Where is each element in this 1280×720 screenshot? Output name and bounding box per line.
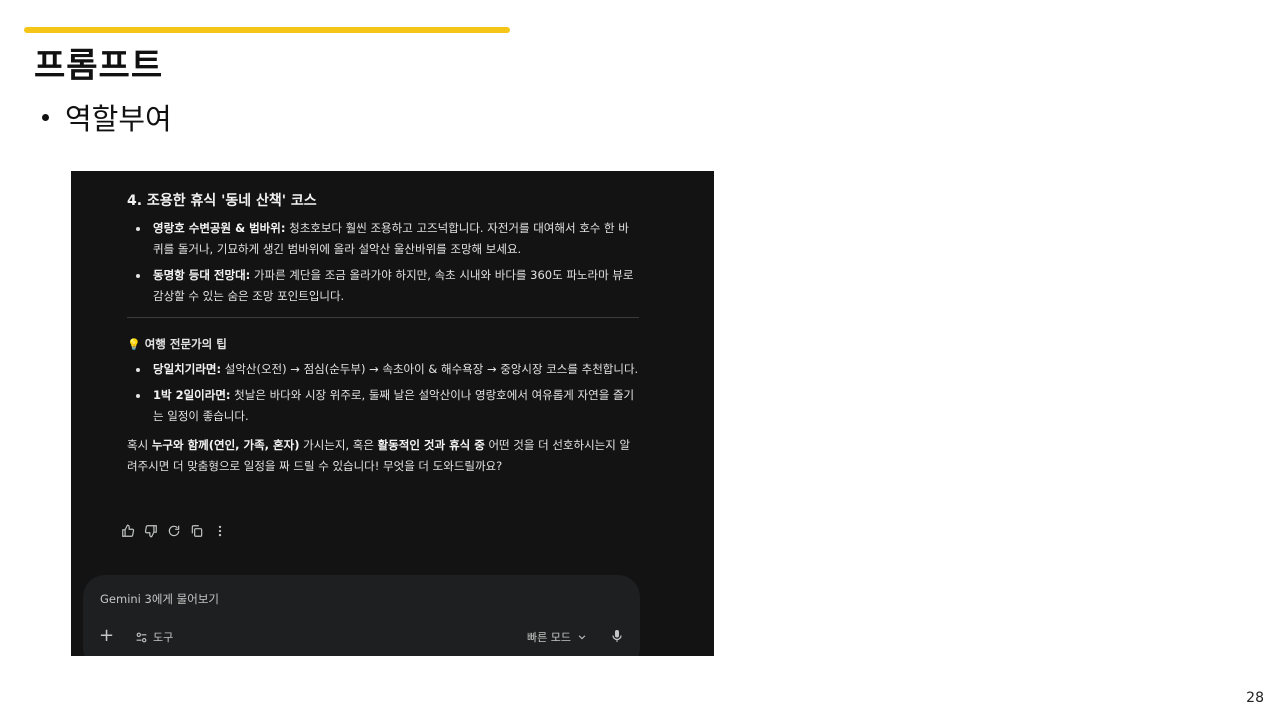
slide-bullet: 역할부여	[42, 96, 172, 138]
gemini-screenshot: 4. 조용한 휴식 '동네 산책' 코스 영랑호 수변공원 & 범바위: 청초호…	[71, 171, 714, 656]
divider	[127, 317, 639, 318]
prompt-input-box[interactable]: Gemini 3에게 물어보기 + 도구 빠른 모드	[83, 575, 640, 656]
tip-bold: 당일치기라면:	[153, 362, 222, 376]
tip-text: 설악산(오전) → 점심(순두부) → 속초아이 & 해수욕장 → 중앙시장 코…	[221, 362, 639, 376]
lightbulb-icon: 💡	[127, 338, 141, 351]
slide-title: 프롬프트	[34, 46, 164, 86]
chevron-down-icon	[578, 635, 586, 640]
list-item: 동명항 등대 전망대: 가파른 계단을 조금 올라가야 하지만, 속초 시내와 …	[127, 265, 639, 307]
thumbs-up-icon[interactable]	[121, 524, 135, 538]
thumbs-down-icon[interactable]	[144, 524, 158, 538]
tip-title: 💡 여행 전문가의 팁	[127, 334, 639, 355]
section-heading: 4. 조용한 휴식 '동네 산책' 코스	[127, 193, 317, 209]
regenerate-icon[interactable]	[167, 524, 181, 538]
accent-bar	[24, 27, 510, 33]
closing-bold: 누구와 함께(연인, 가족, 혼자)	[151, 438, 300, 452]
mode-label: 빠른 모드	[527, 631, 571, 644]
list-item: 영랑호 수변공원 & 범바위: 청초호보다 훨씬 조용하고 고즈넉합니다. 자전…	[127, 218, 639, 260]
tip-list: 당일치기라면: 설악산(오전) → 점심(순두부) → 속초아이 & 해수욕장 …	[127, 359, 639, 427]
prompt-placeholder[interactable]: Gemini 3에게 물어보기	[100, 591, 219, 607]
item-bold: 동명항 등대 전망대:	[153, 268, 251, 282]
response-actions	[121, 524, 227, 538]
tools-button[interactable]: 도구	[135, 629, 173, 645]
add-icon[interactable]: +	[99, 627, 114, 645]
closing-paragraph: 혹시 누구와 함께(연인, 가족, 혼자) 가시는지, 혹은 활동적인 것과 휴…	[127, 435, 639, 477]
more-icon[interactable]	[213, 524, 227, 538]
closing-part: 혹시	[127, 438, 152, 452]
course-list: 영랑호 수변공원 & 범바위: 청초호보다 훨씬 조용하고 고즈넉합니다. 자전…	[127, 218, 639, 307]
item-bold: 영랑호 수변공원 & 범바위:	[153, 221, 286, 235]
bullet-dot	[42, 113, 49, 121]
mode-selector[interactable]: 빠른 모드	[527, 629, 587, 645]
tools-label: 도구	[153, 631, 174, 644]
list-item: 당일치기라면: 설악산(오전) → 점심(순두부) → 속초아이 & 해수욕장 …	[127, 359, 639, 380]
closing-part: 가시는지, 혹은	[299, 438, 378, 452]
copy-icon[interactable]	[190, 524, 204, 538]
list-item: 1박 2일이라면: 첫날은 바다와 시장 위주로, 둘째 날은 설악산이나 영랑…	[127, 385, 639, 427]
page-number: 28	[1246, 690, 1264, 706]
tip-title-text: 여행 전문가의 팁	[144, 337, 227, 351]
input-toolbar: + 도구 빠른 모드	[83, 627, 640, 647]
microphone-icon[interactable]	[611, 628, 623, 647]
tip-bold: 1박 2일이라면:	[153, 388, 231, 402]
slide-bullet-text: 역할부여	[65, 102, 172, 136]
response-content: 4. 조용한 휴식 '동네 산책' 코스 영랑호 수변공원 & 범바위: 청초호…	[127, 191, 639, 477]
tools-icon	[136, 632, 147, 642]
closing-bold: 활동적인 것과 휴식 중	[377, 438, 485, 452]
